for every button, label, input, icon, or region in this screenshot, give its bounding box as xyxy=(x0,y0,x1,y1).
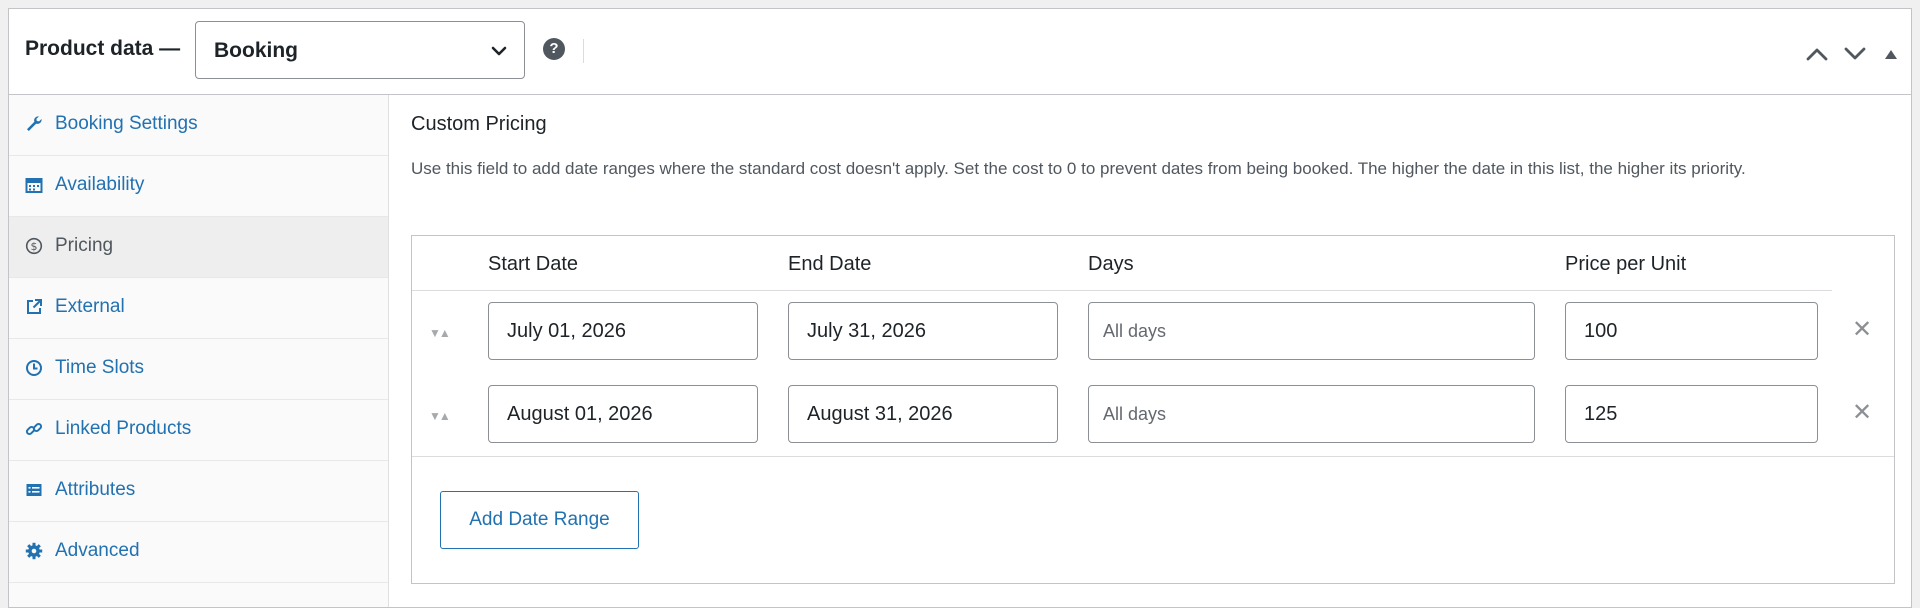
days-select[interactable]: All days xyxy=(1088,302,1535,360)
sort-handle-icon[interactable]: ▼▲ xyxy=(429,409,451,423)
tab-label: Advanced xyxy=(55,540,140,561)
tab-label: External xyxy=(55,296,125,317)
header-divider xyxy=(412,290,1832,291)
chevron-down-icon xyxy=(491,46,507,56)
external-link-icon xyxy=(27,299,42,314)
svg-text:$: $ xyxy=(31,240,38,253)
tab-label: Time Slots xyxy=(55,357,145,378)
clock-icon xyxy=(26,360,42,376)
sort-handle-icon[interactable]: ▼▲ xyxy=(429,326,451,340)
end-date-input[interactable]: August 31, 2026 xyxy=(788,385,1058,443)
product-data-panel: Product data — Booking ? Booking Setting… xyxy=(8,8,1912,608)
product-type-value: Booking xyxy=(214,39,298,62)
section-title: Custom Pricing xyxy=(411,113,547,135)
column-header-end-date: End Date xyxy=(788,253,872,275)
product-data-title: Product data — xyxy=(25,37,181,60)
start-date-input[interactable]: August 01, 2026 xyxy=(488,385,758,443)
tab-external[interactable]: External xyxy=(9,278,388,339)
tab-pricing[interactable]: $ Pricing xyxy=(9,217,388,278)
tab-time-slots[interactable]: Time Slots xyxy=(9,339,388,400)
wrench-icon xyxy=(27,116,42,131)
dollar-icon: $ xyxy=(25,237,43,255)
chevron-down-icon[interactable] xyxy=(1842,45,1868,63)
add-date-range-button[interactable]: Add Date Range xyxy=(440,491,639,549)
gear-icon xyxy=(25,542,43,560)
tab-label: Pricing xyxy=(55,235,114,256)
calendar-icon xyxy=(25,178,43,193)
tab-label: Attributes xyxy=(55,479,136,500)
custom-pricing-table: Start Date End Date Days Price per Unit … xyxy=(411,235,1895,584)
tab-attributes[interactable]: Attributes xyxy=(9,461,388,522)
column-header-start-date: Start Date xyxy=(488,253,579,275)
chevron-up-icon[interactable] xyxy=(1804,45,1830,63)
product-data-header: Product data — Booking ? xyxy=(9,9,1911,95)
header-divider xyxy=(583,39,584,63)
price-input[interactable]: 125 xyxy=(1565,385,1818,443)
tab-booking-settings[interactable]: Booking Settings xyxy=(9,95,388,156)
tab-availability[interactable]: Availability xyxy=(9,156,388,217)
start-date-input[interactable]: July 01, 2026 xyxy=(488,302,758,360)
days-select[interactable]: All days xyxy=(1088,385,1535,443)
product-type-select[interactable]: Booking xyxy=(195,21,525,79)
section-description: Use this field to add date ranges where … xyxy=(411,159,1746,178)
pricing-panel: Custom Pricing Use this field to add dat… xyxy=(389,95,1911,607)
tab-label: Availability xyxy=(55,174,145,195)
tab-advanced[interactable]: Advanced xyxy=(9,522,388,583)
column-header-days: Days xyxy=(1088,253,1134,275)
product-data-tabs: Booking Settings Availability $ Pricing … xyxy=(9,95,389,607)
tab-linked-products[interactable]: Linked Products xyxy=(9,400,388,461)
list-icon xyxy=(26,484,42,496)
footer-divider xyxy=(412,456,1894,457)
remove-row-icon[interactable]: ✕ xyxy=(1852,315,1872,344)
help-icon[interactable]: ? xyxy=(543,38,565,60)
column-header-price: Price per Unit xyxy=(1565,253,1687,275)
tab-label: Linked Products xyxy=(55,418,192,439)
price-input[interactable]: 100 xyxy=(1565,302,1818,360)
tab-label: Booking Settings xyxy=(55,113,198,134)
link-icon xyxy=(25,422,43,436)
collapse-triangle-icon[interactable] xyxy=(1883,47,1899,61)
remove-row-icon[interactable]: ✕ xyxy=(1852,398,1872,427)
end-date-input[interactable]: July 31, 2026 xyxy=(788,302,1058,360)
